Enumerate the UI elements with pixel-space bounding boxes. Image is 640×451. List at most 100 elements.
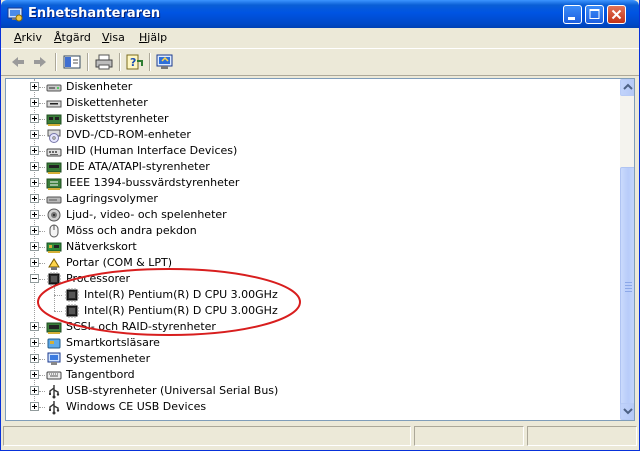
port-icon [46, 255, 62, 271]
minimize-button[interactable] [563, 5, 582, 24]
help-properties-icon[interactable]: ? [123, 52, 145, 72]
processor-icon [46, 271, 62, 287]
system-device-icon [46, 351, 62, 367]
toolbar-separator [119, 53, 121, 71]
scan-hardware-icon[interactable] [154, 52, 176, 72]
menu-arkiv[interactable]: Arkiv [14, 31, 42, 44]
maximize-button[interactable] [585, 5, 604, 24]
cd-rom-icon [46, 127, 62, 143]
expand-icon[interactable] [30, 210, 39, 219]
tree-item-label: Intel(R) Pentium(R) D CPU 3.00GHz [84, 288, 278, 301]
menu-atgard[interactable]: Åtgärd [54, 31, 91, 44]
tree-category-item[interactable]: Diskenheter [6, 79, 606, 95]
firewire-icon [46, 175, 62, 191]
expand-icon[interactable] [30, 402, 39, 411]
floppy-controller-icon [46, 111, 62, 127]
tree-category-item[interactable]: Processorer [6, 271, 606, 287]
show-hide-console-tree-icon[interactable] [61, 52, 83, 72]
tree-category-item[interactable]: USB-styrenheter (Universal Serial Bus) [6, 383, 606, 399]
scroll-down-button[interactable] [620, 403, 634, 420]
expand-icon[interactable] [30, 386, 39, 395]
tree-item-label: Processorer [66, 272, 131, 285]
ide-controller-icon [46, 159, 62, 175]
tree-category-item[interactable]: Ljud-, video- och spelenheter [6, 207, 606, 223]
tree-item-label: Smartkortsläsare [66, 336, 160, 349]
tree-item-label: Portar (COM & LPT) [66, 256, 173, 269]
mouse-icon [46, 223, 62, 239]
vertical-scrollbar[interactable] [620, 79, 634, 420]
tree-child-item[interactable]: Intel(R) Pentium(R) D CPU 3.00GHz [6, 303, 606, 319]
processor-icon [64, 287, 80, 303]
expand-icon[interactable] [30, 194, 39, 203]
tree-category-item[interactable]: SCSI- och RAID-styrenheter [6, 319, 606, 335]
forward-arrow-icon[interactable] [29, 52, 51, 72]
tree-item-label: Diskettenheter [66, 96, 148, 109]
tree-category-item[interactable]: HID (Human Interface Devices) [6, 143, 606, 159]
window-title: Enhetshanteraren [28, 6, 161, 21]
tree-category-item[interactable]: Möss och andra pekdon [6, 223, 606, 239]
expand-icon[interactable] [30, 130, 39, 139]
scsi-icon [46, 319, 62, 335]
chevron-down-icon [623, 408, 633, 415]
hid-icon [46, 143, 62, 159]
tree-item-label: Tangentbord [66, 368, 135, 381]
usb-icon [46, 399, 62, 415]
title-bar[interactable]: Enhetshanteraren [1, 0, 639, 28]
tree-category-item[interactable]: DVD-/CD-ROM-enheter [6, 127, 606, 143]
expand-icon[interactable] [30, 226, 39, 235]
svg-text:?: ? [130, 56, 136, 69]
status-segment-3 [527, 426, 637, 446]
tree-item-label: IEEE 1394-bussvärdstyrenheter [66, 176, 240, 189]
scroll-up-button[interactable] [620, 79, 634, 96]
tree-category-item[interactable]: Lagringsvolymer [6, 191, 606, 207]
tree-item-label: Nätverkskort [66, 240, 137, 253]
tree-category-item[interactable]: Windows CE USB Devices [6, 399, 606, 415]
tree-item-label: SCSI- och RAID-styrenheter [66, 320, 216, 333]
expand-icon[interactable] [30, 146, 39, 155]
tree-item-label: Diskenheter [66, 80, 133, 93]
menu-bar: Arkiv Åtgärd Visa Hjälp [1, 28, 639, 49]
tree-category-item[interactable]: Smartkortsläsare [6, 335, 606, 351]
scroll-thumb[interactable] [620, 167, 634, 407]
expand-icon[interactable] [30, 322, 39, 331]
tree-child-item[interactable]: Intel(R) Pentium(R) D CPU 3.00GHz [6, 287, 606, 303]
tree-item-label: Ljud-, video- och spelenheter [66, 208, 227, 221]
tree-category-item[interactable]: Diskettenheter [6, 95, 606, 111]
storage-volume-icon [46, 191, 62, 207]
toolbar: ? [1, 49, 639, 76]
print-icon[interactable] [93, 52, 115, 72]
expand-icon[interactable] [30, 354, 39, 363]
status-segment-main [3, 426, 411, 446]
expand-icon[interactable] [30, 114, 39, 123]
tree-category-item[interactable]: IDE ATA/ATAPI-styrenheter [6, 159, 606, 175]
expand-icon[interactable] [30, 242, 39, 251]
expand-icon[interactable] [30, 178, 39, 187]
tree-category-item[interactable]: Diskettstyrenheter [6, 111, 606, 127]
status-segment-2 [414, 426, 524, 446]
menu-visa[interactable]: Visa [102, 31, 125, 44]
network-card-icon [46, 239, 62, 255]
collapse-icon[interactable] [30, 274, 39, 283]
close-button[interactable] [607, 5, 626, 24]
menu-hjalp[interactable]: Hjälp [139, 31, 167, 44]
expand-icon[interactable] [30, 82, 39, 91]
tree-category-item[interactable]: Portar (COM & LPT) [6, 255, 606, 271]
tree-item-label: Intel(R) Pentium(R) D CPU 3.00GHz [84, 304, 278, 317]
device-tree: Diskenheter Diskettenheter Diskettstyrenhe… [6, 79, 620, 420]
status-bar [1, 424, 639, 450]
back-arrow-icon[interactable] [7, 52, 29, 72]
tree-item-label: HID (Human Interface Devices) [66, 144, 238, 157]
tree-child-connector-line [54, 287, 55, 311]
tree-item-label: Windows CE USB Devices [66, 400, 207, 413]
tree-category-item[interactable]: Nätverkskort [6, 239, 606, 255]
tree-category-item[interactable]: IEEE 1394-bussvärdstyrenheter [6, 175, 606, 191]
tree-item-label: Lagringsvolymer [66, 192, 158, 205]
expand-icon[interactable] [30, 162, 39, 171]
tree-category-item[interactable]: Tangentbord [6, 367, 606, 383]
expand-icon[interactable] [30, 370, 39, 379]
expand-icon[interactable] [30, 98, 39, 107]
expand-icon[interactable] [30, 258, 39, 267]
expand-icon[interactable] [30, 338, 39, 347]
tree-item-label: USB-styrenheter (Universal Serial Bus) [66, 384, 279, 397]
tree-category-item[interactable]: Systemenheter [6, 351, 606, 367]
